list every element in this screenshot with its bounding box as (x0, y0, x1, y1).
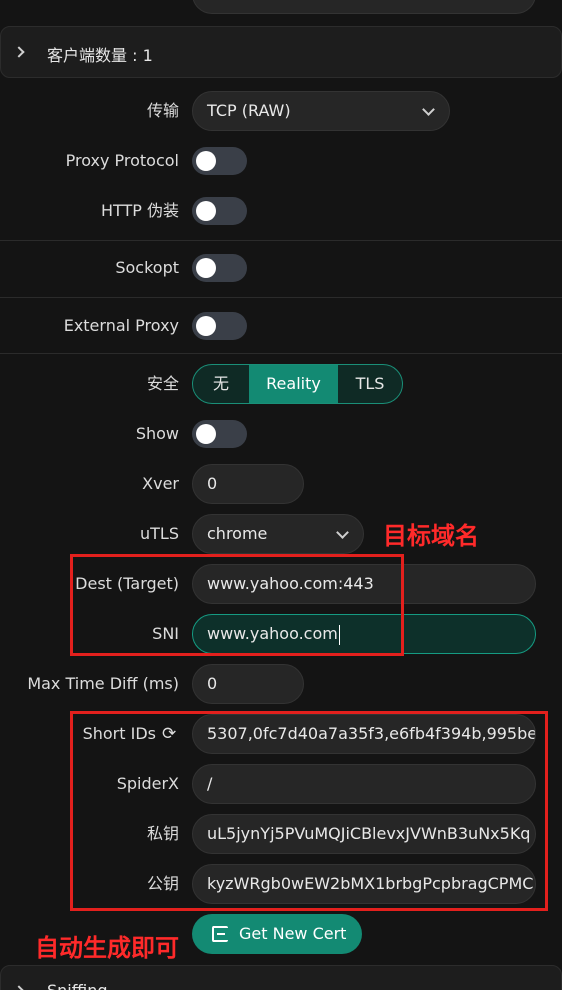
security-option-tls[interactable]: TLS (338, 365, 402, 403)
import-icon (212, 926, 228, 942)
transport-select[interactable]: TCP (RAW) (192, 91, 450, 131)
annotation-box-target (70, 554, 404, 656)
annotation-box-keys (70, 711, 548, 911)
http-disguise-label: HTTP 伪装 (100, 201, 179, 220)
toggle-knob (196, 258, 216, 278)
divider (0, 353, 562, 354)
toggle-knob (196, 316, 216, 336)
utls-value: chrome (207, 524, 268, 543)
top-partial-input[interactable] (192, 0, 536, 14)
security-segmented-control[interactable]: 无 Reality TLS (192, 364, 403, 404)
chevron-down-icon (336, 526, 349, 539)
xver-input[interactable]: 0 (192, 464, 304, 504)
divider (0, 297, 562, 298)
xver-label: Xver (142, 474, 179, 493)
external-proxy-label: External Proxy (63, 316, 179, 335)
chevron-down-icon (422, 103, 435, 116)
chevron-right-icon (13, 985, 25, 990)
get-new-cert-button[interactable]: Get New Cert (192, 914, 362, 954)
show-label: Show (135, 424, 179, 443)
show-toggle[interactable] (192, 420, 247, 448)
sniffing-collapse-panel[interactable]: Sniffing (0, 965, 562, 990)
toggle-knob (196, 201, 216, 221)
max-time-diff-label: Max Time Diff (ms) (27, 674, 179, 693)
chevron-right-icon (13, 46, 25, 58)
clients-collapse-panel[interactable]: 客户端数量 : 1 (0, 26, 562, 78)
divider (0, 240, 562, 241)
sockopt-label: Sockopt (115, 258, 179, 277)
security-label: 安全 (146, 374, 179, 393)
annotation-target-domain: 目标域名 (383, 522, 479, 550)
external-proxy-toggle[interactable] (192, 312, 247, 340)
transport-value: TCP (RAW) (207, 101, 291, 120)
security-option-reality[interactable]: Reality (249, 365, 338, 403)
http-disguise-toggle[interactable] (192, 197, 247, 225)
clients-count-label: 客户端数量 : 1 (47, 46, 153, 65)
sockopt-toggle[interactable] (192, 254, 247, 282)
get-new-cert-label: Get New Cert (239, 924, 347, 943)
proxy-protocol-toggle[interactable] (192, 147, 247, 175)
sniffing-label: Sniffing (47, 981, 108, 990)
utls-select[interactable]: chrome (192, 514, 364, 554)
toggle-knob (196, 151, 216, 171)
annotation-auto-generate: 自动生成即可 (35, 934, 179, 962)
transport-label: 传输 (146, 101, 179, 120)
security-option-none[interactable]: 无 (193, 365, 249, 403)
top-partial-row (0, 0, 562, 16)
max-time-diff-input[interactable]: 0 (192, 664, 304, 704)
toggle-knob (196, 424, 216, 444)
proxy-protocol-label: Proxy Protocol (65, 151, 179, 170)
utls-label: uTLS (140, 524, 179, 543)
